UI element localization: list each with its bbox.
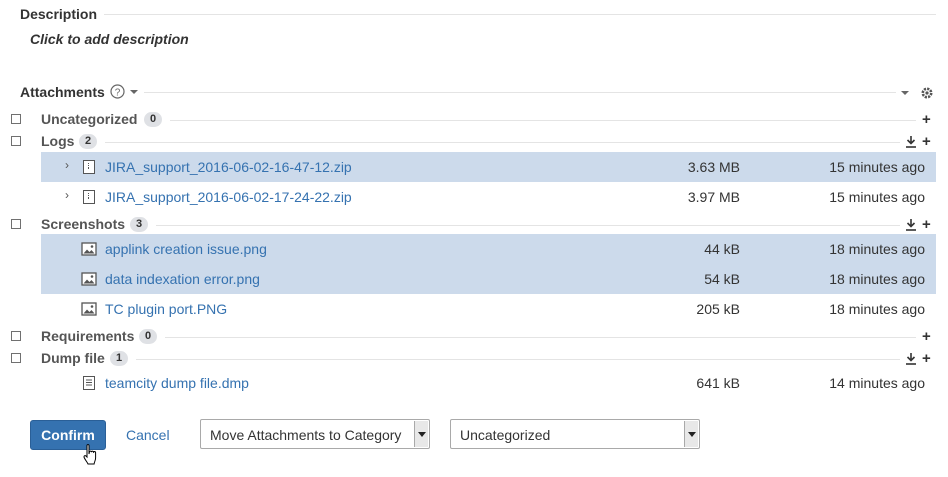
file-time: 18 minutes ago <box>829 301 925 317</box>
category-checkbox-requirements[interactable] <box>11 331 21 341</box>
hand-cursor-icon <box>82 443 100 467</box>
category-label-requirements: Requirements <box>41 328 135 344</box>
file-name-link[interactable]: JIRA_support_2016-06-02-16-47-12.zip <box>105 159 352 175</box>
category-divider <box>165 337 916 338</box>
description-title: Description <box>20 6 98 22</box>
gear-icon[interactable] <box>920 86 934 100</box>
file-time: 15 minutes ago <box>829 159 925 175</box>
file-row[interactable]: TC plugin port.PNG 205 kB 18 minutes ago <box>41 294 936 324</box>
add-icon[interactable]: + <box>922 112 931 127</box>
category-label-uncategorized: Uncategorized <box>41 111 138 127</box>
select-arrow-icon <box>414 421 428 447</box>
file-name-link[interactable]: applink creation issue.png <box>105 241 267 257</box>
file-name-link[interactable]: teamcity dump file.dmp <box>105 375 249 391</box>
attachments-divider <box>144 92 896 93</box>
file-row[interactable]: data indexation error.png 54 kB 18 minut… <box>41 264 936 294</box>
operation-select[interactable]: Move Attachments to Category <box>200 419 430 449</box>
file-size: 205 kB <box>696 301 740 317</box>
file-size: 641 kB <box>696 375 740 391</box>
svg-text:?: ? <box>115 87 121 98</box>
document-icon <box>81 375 97 391</box>
category-label-dump-file: Dump file <box>41 350 105 366</box>
category-count-badge: 0 <box>144 112 163 127</box>
help-icon[interactable]: ? <box>110 84 125 99</box>
download-icon[interactable] <box>905 218 917 231</box>
file-time: 18 minutes ago <box>829 271 925 287</box>
cancel-link[interactable]: Cancel <box>126 427 170 443</box>
category-divider <box>170 120 916 121</box>
expand-chevron-icon[interactable]: › <box>65 158 69 172</box>
add-icon[interactable]: + <box>922 217 931 232</box>
file-time: 18 minutes ago <box>829 241 925 257</box>
category-checkbox-screenshots[interactable] <box>11 219 21 229</box>
category-divider <box>136 359 900 360</box>
expand-chevron-icon[interactable]: › <box>65 188 69 202</box>
file-size: 54 kB <box>704 271 740 287</box>
file-row[interactable]: › JIRA_support_2016-06-02-16-47-12.zip 3… <box>41 152 936 182</box>
archive-icon <box>81 159 97 175</box>
download-icon[interactable] <box>905 135 917 148</box>
select-arrow-icon <box>684 421 698 447</box>
description-placeholder[interactable]: Click to add description <box>30 31 189 47</box>
category-divider <box>105 142 900 143</box>
file-row[interactable]: › JIRA_support_2016-06-02-17-24-22.zip 3… <box>41 182 936 212</box>
file-time: 15 minutes ago <box>829 189 925 205</box>
image-icon <box>81 271 97 287</box>
file-name-link[interactable]: TC plugin port.PNG <box>105 301 227 317</box>
category-checkbox-logs[interactable] <box>11 136 21 146</box>
view-options-chevron-icon[interactable] <box>901 91 909 95</box>
description-divider <box>104 14 936 15</box>
category-count-badge: 2 <box>79 134 98 149</box>
add-icon[interactable]: + <box>922 351 931 366</box>
category-label-logs: Logs <box>41 133 75 149</box>
add-icon[interactable]: + <box>922 329 931 344</box>
category-select-value: Uncategorized <box>460 427 551 443</box>
attachments-title: Attachments <box>20 84 105 100</box>
category-checkbox-dump-file[interactable] <box>11 353 21 363</box>
category-count-badge: 3 <box>130 217 149 232</box>
image-icon <box>81 241 97 257</box>
image-icon <box>81 301 97 317</box>
file-size: 44 kB <box>704 241 740 257</box>
attachments-menu-chevron-icon[interactable] <box>130 90 138 94</box>
category-label-screenshots: Screenshots <box>41 216 126 232</box>
archive-icon <box>81 189 97 205</box>
file-name-link[interactable]: data indexation error.png <box>105 271 260 287</box>
category-count-badge: 1 <box>110 351 129 366</box>
download-icon[interactable] <box>905 352 917 365</box>
operation-select-value: Move Attachments to Category <box>210 427 402 443</box>
file-row[interactable]: applink creation issue.png 44 kB 18 minu… <box>41 234 936 264</box>
file-name-link[interactable]: JIRA_support_2016-06-02-17-24-22.zip <box>105 189 352 205</box>
category-count-badge: 0 <box>139 329 158 344</box>
file-size: 3.97 MB <box>687 189 740 205</box>
category-select[interactable]: Uncategorized <box>450 419 700 449</box>
file-row[interactable]: teamcity dump file.dmp 641 kB 14 minutes… <box>41 368 936 398</box>
add-icon[interactable]: + <box>922 134 931 149</box>
category-checkbox-uncategorized[interactable] <box>11 114 21 124</box>
category-divider <box>156 225 900 226</box>
file-time: 14 minutes ago <box>829 375 925 391</box>
file-size: 3.63 MB <box>687 159 740 175</box>
